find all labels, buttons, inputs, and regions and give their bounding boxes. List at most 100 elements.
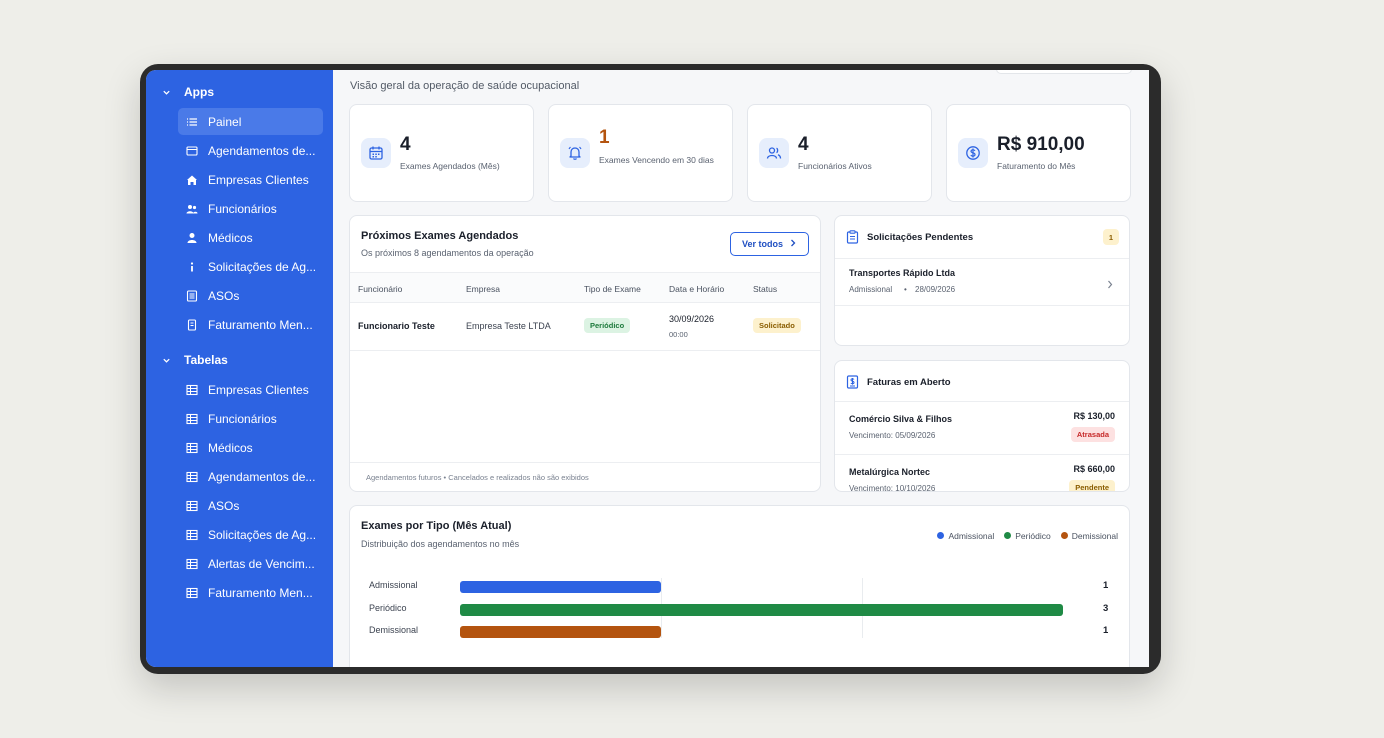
panel-subtitle: Os próximos 8 agendamentos da operação <box>361 248 534 258</box>
sidebar-item-solicitacoes[interactable]: Solicitações de Ag... <box>178 253 323 280</box>
page-subtitle: Visão geral da operação de saúde ocupaci… <box>350 80 580 92</box>
sidebar-item-tabela-asos[interactable]: ASOs <box>178 492 323 519</box>
sidebar-item-funcionarios[interactable]: Funcionários <box>178 195 323 222</box>
sidebar-item-label: Funcionários <box>208 201 277 216</box>
chart-title: Exames por Tipo (Mês Atual) <box>361 520 512 532</box>
sidebar-group-apps[interactable]: Apps <box>146 80 333 104</box>
clipboard-icon <box>846 230 859 249</box>
table-icon <box>186 500 208 512</box>
stat-value: 4 <box>798 134 809 155</box>
legend-item-demissional: Demissional <box>1060 530 1118 541</box>
users-icon <box>186 203 208 215</box>
sidebar-item-tabela-solicitacoes[interactable]: Solicitações de Ag... <box>178 521 323 548</box>
receipt-icon <box>186 318 208 331</box>
cell-time: 00:00 <box>669 330 688 339</box>
sidebar-item-label: ASOs <box>208 288 240 303</box>
bar-demissional[interactable] <box>460 626 661 638</box>
invoice-due: Vencimento: 05/09/2026 <box>849 431 936 440</box>
legend-item-periodico: Periódico <box>1004 530 1051 541</box>
stat-label: Exames Agendados (Mês) <box>400 161 500 171</box>
invoice-company: Metalúrgica Nortec <box>849 467 931 477</box>
table-header: Funcionário Empresa Tipo de Exame Data e… <box>350 272 820 303</box>
list-item[interactable]: Metalúrgica Nortec Vencimento: 10/10/202… <box>835 455 1129 491</box>
sidebar-item-tabela-medicos[interactable]: Médicos <box>178 434 323 461</box>
invoice-company: Comércio Silva & Filhos <box>849 414 953 424</box>
table-icon <box>186 442 208 454</box>
bell-icon <box>560 138 590 168</box>
request-company: Transportes Rápido Ltda <box>849 268 956 278</box>
sidebar-item-label: Solicitações de Ag... <box>208 527 317 542</box>
sidebar-item-label: Solicitações de Ag... <box>208 259 317 274</box>
device-frame: Apps Painel Agendamentos de... Empresas … <box>140 64 1161 674</box>
stat-label: Funcionários Ativos <box>798 161 872 171</box>
sidebar-item-label: Empresas Clientes <box>208 172 309 187</box>
table-footer-note: Agendamentos futuros • Cancelados e real… <box>350 462 820 491</box>
column-header: Funcionário <box>358 284 403 294</box>
bar-admissional[interactable] <box>460 581 661 593</box>
bar-periódico[interactable] <box>460 604 1063 616</box>
list-item[interactable]: Comércio Silva & Filhos Vencimento: 05/0… <box>835 402 1129 454</box>
home-icon <box>186 174 208 186</box>
sidebar-item-label: Médicos <box>208 440 253 455</box>
sidebar-item-tabela-agendamentos[interactable]: Agendamentos de... <box>178 463 323 490</box>
sidebar-item-faturamento[interactable]: Faturamento Men... <box>178 311 323 338</box>
chart-subtitle: Distribuição dos agendamentos no mês <box>361 539 520 549</box>
sidebar-item-tabela-empresas[interactable]: Empresas Clientes <box>178 376 323 403</box>
sidebar-item-agendamentos[interactable]: Agendamentos de... <box>178 137 323 164</box>
stat-value: 1 <box>599 127 610 148</box>
stat-label: Faturamento do Mês <box>997 161 1076 171</box>
stat-card-exames-vencendo: 1 Exames Vencendo em 30 dias <box>548 104 733 202</box>
table-icon <box>186 529 208 541</box>
sidebar-item-label: Alertas de Vencim... <box>208 556 315 571</box>
sidebar-item-tabela-alertas[interactable]: Alertas de Vencim... <box>178 550 323 577</box>
panel-title: Faturas em Aberto <box>867 377 951 388</box>
header-control[interactable] <box>996 70 1132 74</box>
sidebar-item-asos[interactable]: ASOs <box>178 282 323 309</box>
app-screen: Apps Painel Agendamentos de... Empresas … <box>146 70 1149 667</box>
cell-date: 30/09/2026 <box>669 314 715 324</box>
cell-employee: Funcionario Teste <box>358 321 435 331</box>
stat-value: 4 <box>400 134 411 155</box>
users-icon <box>759 138 789 168</box>
table-row[interactable]: Funcionario Teste Empresa Teste LTDA Per… <box>350 303 820 351</box>
sidebar-item-painel[interactable]: Painel <box>178 108 323 135</box>
column-header: Status <box>753 284 778 294</box>
table-icon <box>186 384 208 396</box>
sidebar-group-tabelas[interactable]: Tabelas <box>146 348 333 372</box>
bar-track <box>460 581 1063 593</box>
bar-value: 1 <box>1103 625 1109 636</box>
sidebar-group-label: Apps <box>184 85 214 99</box>
sidebar-item-tabela-funcionarios[interactable]: Funcionários <box>178 405 323 432</box>
user-icon <box>186 232 208 244</box>
chevron-down-icon <box>162 88 184 97</box>
sidebar-item-label: Painel <box>208 114 242 129</box>
bar-label: Periódico <box>369 603 407 613</box>
bar-label: Admissional <box>369 580 418 590</box>
sidebar-item-label: Funcionários <box>208 411 277 426</box>
ver-todos-button[interactable]: Ver todos <box>730 232 809 256</box>
table-icon <box>186 413 208 425</box>
request-date: 28/09/2026 <box>915 285 956 294</box>
sidebar-group-label: Tabelas <box>184 353 228 367</box>
stat-value: R$ 910,00 <box>997 134 1085 155</box>
chart-legend: Admissional Periódico Demissional <box>937 530 1118 541</box>
table-icon <box>186 558 208 570</box>
sidebar-item-label: Agendamentos de... <box>208 143 316 158</box>
open-invoices-panel: Faturas em Aberto Comércio Silva & Filho… <box>834 360 1130 492</box>
sidebar-item-label: Faturamento Men... <box>208 317 313 332</box>
pending-requests-panel: Solicitações Pendentes 1 Transportes Ráp… <box>834 215 1130 346</box>
stat-label: Exames Vencendo em 30 dias <box>599 155 714 165</box>
bar-label: Demissional <box>369 625 419 635</box>
cell-company: Empresa Teste LTDA <box>466 321 551 331</box>
status-badge: Atrasada <box>1070 427 1115 442</box>
list-item[interactable]: Transportes Rápido Ltda Admissional • 28… <box>835 259 1129 305</box>
sidebar-item-medicos[interactable]: Médicos <box>178 224 323 251</box>
sidebar-item-empresas[interactable]: Empresas Clientes <box>178 166 323 193</box>
legend-item-admissional: Admissional <box>937 530 994 541</box>
bar-track <box>460 626 1063 638</box>
dollar-icon <box>958 138 988 168</box>
sidebar-item-tabela-faturamento[interactable]: Faturamento Men... <box>178 579 323 606</box>
column-header: Tipo de Exame <box>584 284 641 294</box>
chevron-right-icon <box>1106 276 1114 294</box>
sidebar: Apps Painel Agendamentos de... Empresas … <box>146 70 333 667</box>
